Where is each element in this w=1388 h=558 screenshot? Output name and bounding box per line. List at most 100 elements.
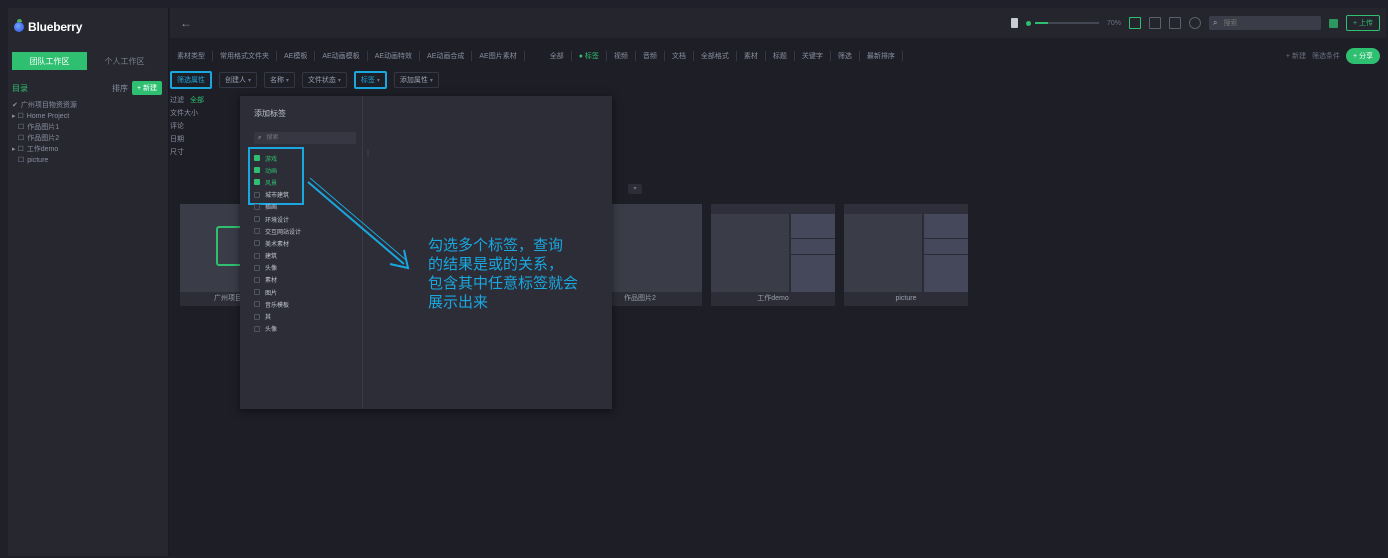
preview-line — [924, 238, 968, 239]
search-input[interactable] — [1221, 18, 1306, 28]
scroll-handle[interactable]: ⋮ — [365, 150, 371, 157]
checkbox[interactable] — [254, 301, 260, 308]
share-button[interactable]: + 分享 — [1345, 48, 1380, 64]
settings-icon[interactable] — [1188, 17, 1201, 29]
checkbox[interactable] — [254, 325, 260, 332]
filter-chip[interactable]: 筛选 — [831, 51, 860, 61]
tag-option[interactable]: 游戏 — [254, 152, 358, 164]
checkbox[interactable] — [254, 264, 260, 271]
filter-chip[interactable]: AE动画合成 — [420, 51, 473, 61]
filter-chip[interactable]: 音频 — [636, 51, 665, 61]
attr-name-dropdown[interactable]: 名称 ▾ — [263, 72, 295, 88]
preview-panel — [922, 214, 968, 292]
add-attribute-button[interactable]: 添加属性 ▾ — [393, 72, 439, 88]
checkbox[interactable] — [254, 289, 260, 296]
checkbox[interactable] — [254, 216, 260, 223]
tag-label: 游戏 — [265, 156, 278, 163]
tag-option[interactable]: 动画 — [254, 164, 358, 176]
document-icon[interactable] — [1010, 18, 1018, 28]
filter-actions: + 新建 筛选条件 + 分享 — [1286, 46, 1380, 66]
filter-row[interactable]: 文件大小 — [170, 107, 246, 120]
slider-track[interactable] — [1034, 22, 1099, 24]
tag-option[interactable]: 头像 — [254, 323, 358, 335]
attr-label: 标签 — [360, 77, 375, 84]
asset-card[interactable]: 工作demo — [711, 204, 835, 306]
zoom-slider[interactable] — [1025, 20, 1099, 26]
filter-key: 尺寸 — [170, 149, 184, 156]
filter-chip[interactable]: 素材 — [737, 51, 766, 61]
checkbox[interactable] — [254, 313, 260, 320]
filter-chip[interactable]: AE图片素材 — [472, 51, 525, 61]
filter-key: 日期 — [170, 136, 184, 143]
app-icon[interactable] — [1328, 18, 1338, 28]
filter-chip[interactable]: 全部格式 — [694, 51, 737, 61]
tag-option[interactable]: 图片 — [254, 286, 358, 298]
filter-chip-tag[interactable]: ● 标签 — [572, 51, 607, 61]
tree-item[interactable]: ▸ ☐ Home Project — [12, 111, 162, 122]
checkbox[interactable] — [254, 252, 260, 259]
filter-conditions-button[interactable]: 筛选条件 — [1312, 51, 1340, 61]
filter-row[interactable]: 评论 — [170, 120, 246, 133]
dropdown-title: 添加标签 — [254, 109, 286, 118]
filter-chip[interactable]: 文档 — [665, 51, 694, 61]
back-arrow-icon[interactable]: ← — [180, 16, 192, 30]
checkbox[interactable] — [254, 240, 260, 247]
checkbox[interactable] — [254, 228, 260, 235]
filter-chip[interactable]: AE模板 — [277, 51, 316, 61]
filter-row[interactable]: 日期 — [170, 133, 246, 146]
new-filter-button[interactable]: + 新建 — [1286, 51, 1306, 61]
filter-chip[interactable]: AE动画特效 — [368, 51, 421, 61]
filter-chip[interactable]: 全部 — [543, 51, 572, 61]
tree-item[interactable]: ✔ 广州项目物资资源 — [12, 100, 162, 111]
tag-option[interactable]: 音乐模板 — [254, 298, 358, 310]
sort-button[interactable]: 排序 — [112, 83, 128, 94]
filter-row[interactable]: 过滤 全部 — [170, 94, 246, 107]
search-icon: ⌕ — [258, 134, 262, 141]
tag-search-input[interactable] — [264, 134, 349, 142]
tag-search-box[interactable]: ⌕ — [254, 132, 356, 144]
search-box[interactable]: ⌕ — [1208, 16, 1321, 30]
checkbox[interactable] — [254, 191, 260, 198]
asset-caption: picture — [844, 292, 968, 306]
layout-icon[interactable] — [1168, 17, 1181, 29]
tree-item[interactable]: ▸ ☐ 工作demo — [12, 144, 162, 155]
attr-tag-dropdown[interactable]: 标签 ▾ — [353, 71, 387, 89]
tree-item[interactable]: ☐ 作品图片2 — [12, 133, 162, 144]
tag-label: 素材 — [265, 278, 278, 285]
filter-row[interactable]: 尺寸 — [170, 146, 246, 159]
tree-item[interactable]: ☐ picture — [12, 155, 162, 166]
slider-knob[interactable] — [1025, 20, 1031, 26]
tag-label: 动画 — [265, 168, 278, 175]
filter-chip[interactable]: 关键字 — [795, 51, 831, 61]
filter-chip[interactable]: 最新排序 — [860, 51, 903, 61]
filter-chip[interactable]: 标题 — [766, 51, 795, 61]
attr-creator-dropdown[interactable]: 创建人 ▾ — [219, 72, 257, 88]
grid-view-icon[interactable] — [1128, 17, 1141, 29]
checkbox-checked[interactable] — [254, 167, 260, 174]
annotation-line: 包含其中任意标签就会 — [428, 275, 579, 292]
sidebar: Blueberry 团队工作区 个人工作区 目录 排序 + 新建 ✔ 广州项目物资… — [8, 8, 169, 556]
filter-chip[interactable]: 素材类型 — [170, 51, 213, 61]
filter-chip[interactable]: AE动画模板 — [315, 51, 368, 61]
tab-team-workspace[interactable]: 团队工作区 — [12, 52, 87, 70]
tag-label: 交互网站设计 — [265, 229, 302, 236]
checkbox-checked[interactable] — [254, 155, 260, 162]
attr-filter-button[interactable]: 筛选属性 — [170, 71, 212, 89]
zoom-level: 70% — [1106, 19, 1121, 27]
checkbox[interactable] — [254, 203, 260, 210]
checkbox-checked[interactable] — [254, 179, 260, 186]
filter-chip[interactable]: 常用格式文件夹 — [213, 51, 277, 61]
chevron-down-icon[interactable]: ▾ — [628, 184, 642, 194]
attr-status-dropdown[interactable]: 文件状态 ▾ — [301, 72, 347, 88]
new-folder-button[interactable]: + 新建 — [131, 81, 162, 95]
top-bar: ← 70% ⌕ + 上传 — [170, 8, 1386, 38]
asset-card[interactable]: picture — [844, 204, 968, 306]
tab-personal-workspace[interactable]: 个人工作区 — [87, 52, 162, 70]
tree-item[interactable]: ☐ 作品图片1 — [12, 122, 162, 133]
upload-button[interactable]: + 上传 — [1345, 15, 1380, 31]
checkbox[interactable] — [254, 276, 260, 283]
annotation-arrow-icon — [307, 177, 410, 270]
list-view-icon[interactable] — [1148, 17, 1161, 29]
filter-chip[interactable]: 视频 — [607, 51, 636, 61]
tag-option[interactable]: 其 — [254, 310, 358, 322]
